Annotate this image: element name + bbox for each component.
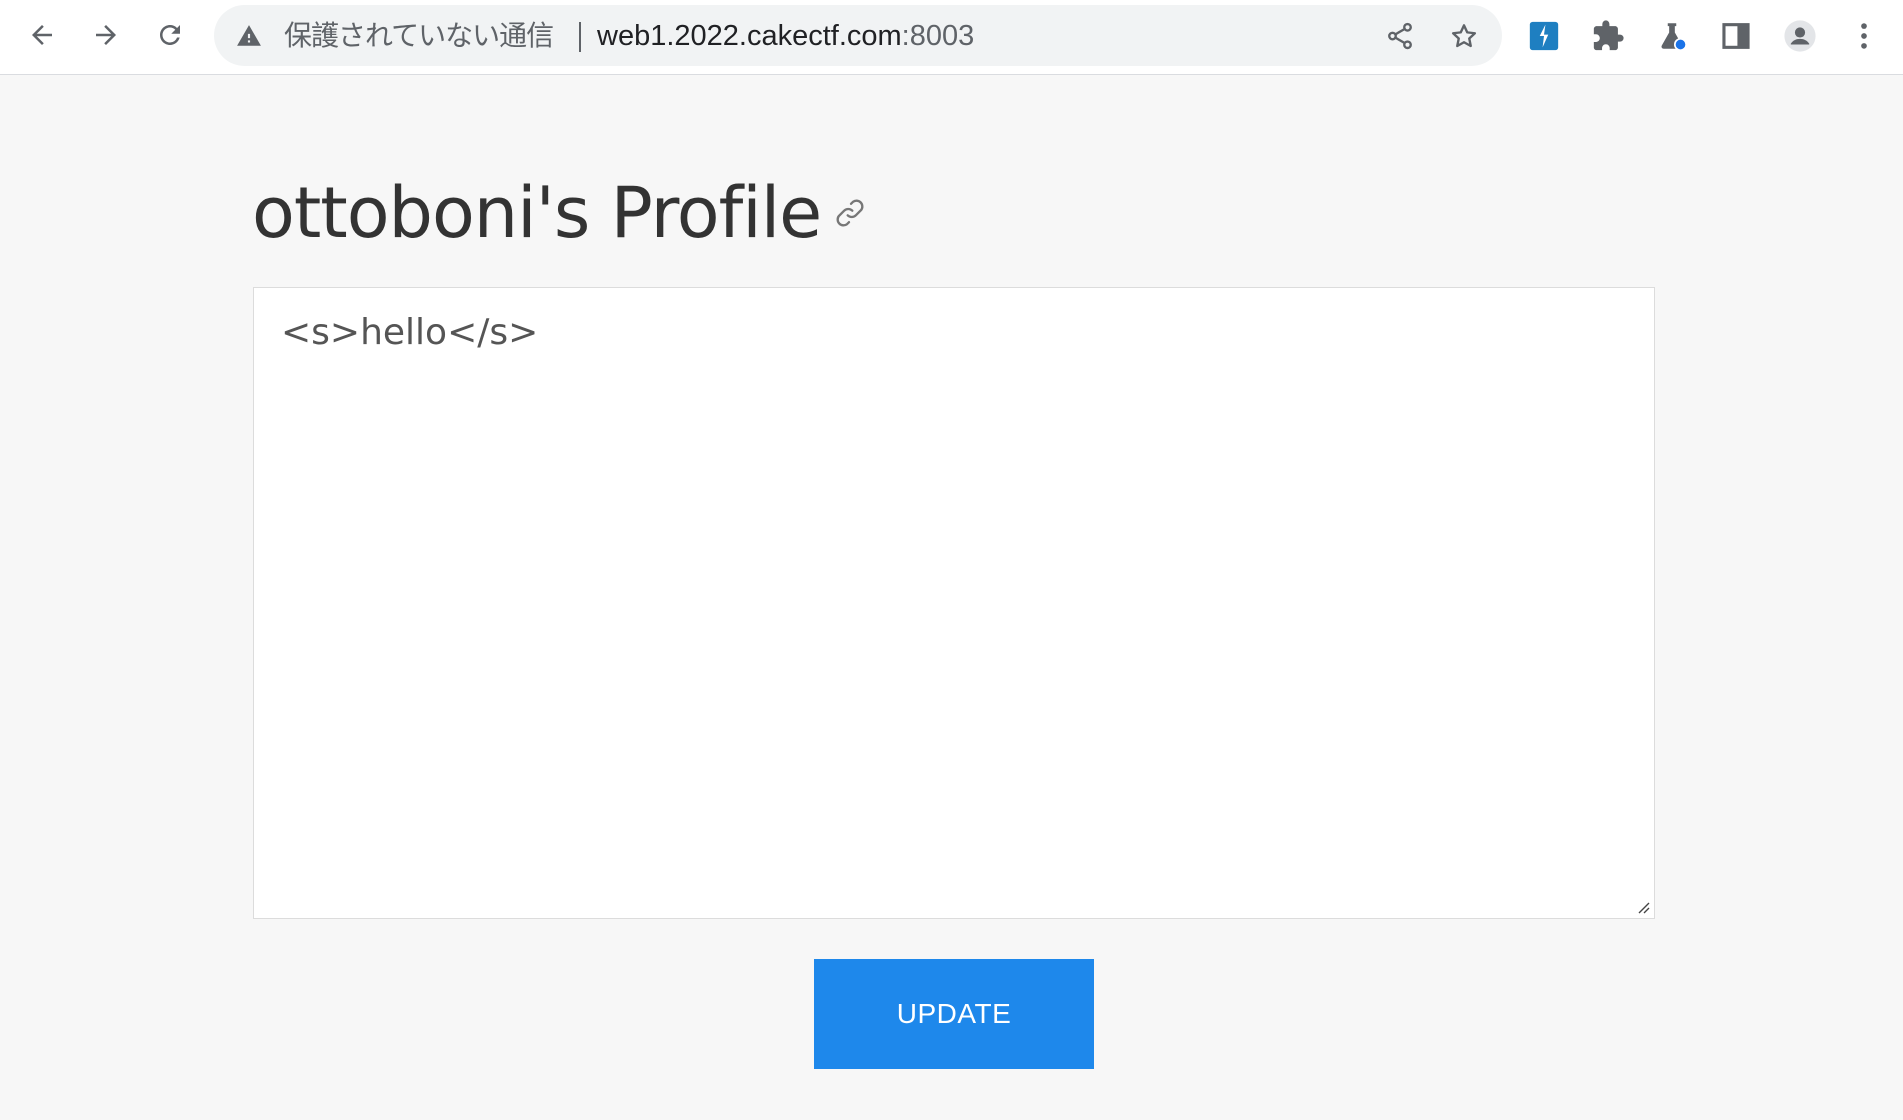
reload-icon <box>160 25 180 45</box>
warning-icon[interactable] <box>236 23 262 49</box>
forward-arrow-icon <box>96 25 116 45</box>
page-title: ottoboni's Profile <box>252 172 822 254</box>
profile-button[interactable] <box>1778 14 1822 58</box>
side-panel-button[interactable] <box>1714 14 1758 58</box>
url-text[interactable]: web1.2022.cakectf.com:8003 <box>597 19 974 53</box>
extension-button[interactable] <box>1522 14 1566 58</box>
side-panel-icon <box>1722 23 1750 49</box>
separator <box>579 22 581 52</box>
extensions-menu-button[interactable] <box>1586 14 1630 58</box>
labs-flask-icon <box>1661 23 1688 52</box>
page-content: ottoboni's Profile <s>hello</s> UPDATE <box>0 76 1903 1120</box>
back-button[interactable] <box>20 13 64 57</box>
resize-grip-icon[interactable] <box>1634 898 1650 914</box>
share-icon <box>1388 22 1412 50</box>
labs-button[interactable] <box>1650 14 1694 58</box>
address-bar[interactable]: 保護されていない通信 web1.2022.cakectf.com:8003 <box>214 5 1502 66</box>
back-arrow-icon <box>32 25 52 45</box>
browser-menu-button[interactable] <box>1842 14 1886 58</box>
kebab-menu-icon <box>1861 23 1867 49</box>
security-label[interactable]: 保護されていない通信 <box>284 19 554 53</box>
link-icon[interactable] <box>830 193 870 233</box>
bookmark-star-icon <box>1451 24 1477 48</box>
forward-button[interactable] <box>84 13 128 57</box>
profile-avatar-icon <box>1784 20 1816 52</box>
bookmark-button[interactable] <box>1446 18 1482 54</box>
url-port: :8003 <box>901 20 975 52</box>
extension-icon <box>1529 21 1559 51</box>
update-button[interactable]: UPDATE <box>814 959 1094 1069</box>
reload-button[interactable] <box>148 13 192 57</box>
puzzle-icon <box>1593 20 1624 51</box>
browser-toolbar: 保護されていない通信 web1.2022.cakectf.com:8003 <box>0 0 1903 75</box>
profile-editor[interactable]: <s>hello</s> <box>253 287 1655 919</box>
share-button[interactable] <box>1382 18 1418 54</box>
url-host: web1.2022.cakectf.com <box>597 20 902 52</box>
